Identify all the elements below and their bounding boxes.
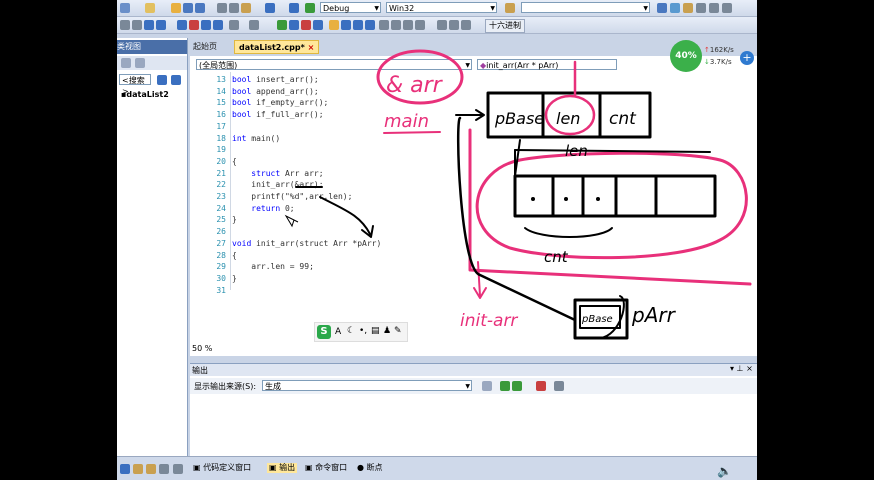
memory-region-outline — [475, 151, 748, 260]
cell-dot — [564, 197, 568, 201]
annotation-overlay: & arr main pBase len cnt len cnt init-ar… — [284, 49, 752, 340]
len-span-line — [514, 149, 711, 153]
cell-dot — [596, 197, 600, 201]
pbase2-label: pBase — [581, 314, 613, 325]
init-arr-label: init-arr — [460, 311, 518, 331]
array-dividers — [551, 174, 658, 218]
pbase-pointer-arrow — [514, 139, 521, 177]
cnt2-label: cnt — [544, 248, 569, 266]
cnt-label: cnt — [609, 109, 637, 129]
main-label: main — [384, 111, 429, 132]
pbase-label: pBase — [494, 109, 544, 128]
cell-dot — [531, 197, 535, 201]
parr-label: pArr — [631, 303, 677, 327]
mouse-cursor-icon — [284, 214, 299, 228]
cnt-brace — [524, 227, 613, 238]
main-underline — [383, 131, 441, 134]
volume-icon[interactable]: 🔈 — [717, 464, 732, 478]
init-arr-arrow — [477, 261, 481, 297]
call-arrow — [319, 196, 371, 235]
ampersand-arr-label: & arr — [386, 73, 444, 98]
len-label: len — [556, 109, 580, 128]
